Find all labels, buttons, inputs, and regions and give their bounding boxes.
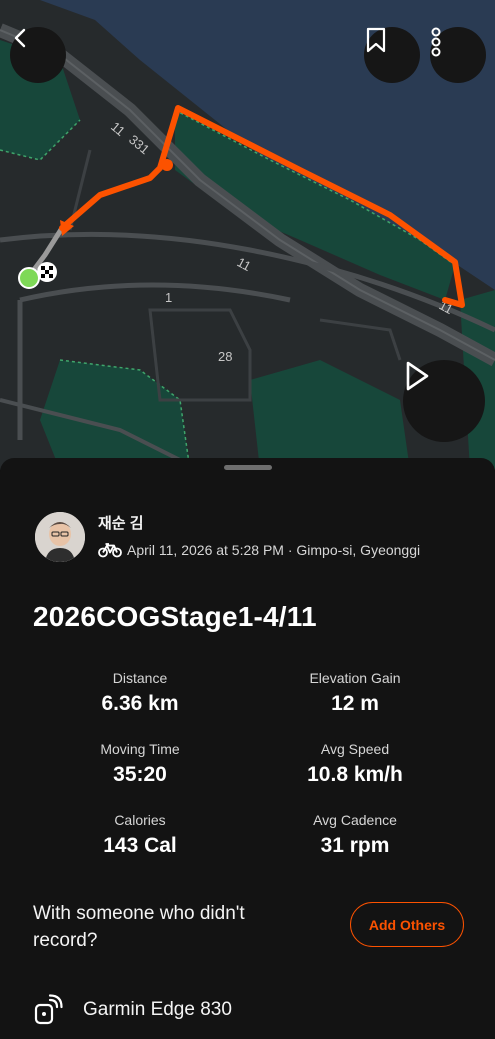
stat-distance: Distance 6.36 km — [30, 670, 250, 716]
activity-title: 2026COGStage1-4/11 — [33, 601, 317, 632]
athlete-name[interactable]: 재순 김 — [98, 512, 144, 533]
bike-icon — [98, 543, 122, 558]
more-vertical-icon — [431, 27, 441, 57]
stat-avg-speed: Avg Speed 10.8 km/h — [245, 741, 465, 787]
park-area — [250, 360, 410, 470]
stat-label: Elevation Gain — [309, 670, 401, 686]
road-label: 28 — [218, 349, 232, 364]
stat-value: 35:20 — [113, 763, 167, 786]
stat-label: Avg Speed — [320, 741, 390, 757]
device-icon — [34, 994, 63, 1025]
stat-label: Moving Time — [100, 741, 180, 757]
add-others-button[interactable]: Add Others — [350, 902, 464, 947]
road-label: 1 — [165, 290, 172, 305]
stat-calories: Calories 143 Cal — [30, 812, 250, 858]
start-marker — [18, 267, 40, 289]
road-label: 11 — [108, 119, 128, 139]
activity-datetime-location: April 11, 2026 at 5:28 PM · Gimpo-si, Gy… — [127, 542, 421, 558]
activity-meta: April 11, 2026 at 5:28 PM · Gimpo-si, Gy… — [98, 542, 420, 558]
stat-moving-time: Moving Time 35:20 — [30, 741, 250, 787]
finish-flag-icon — [37, 262, 57, 282]
route-map[interactable]: 11 331 11 11 1 28 — [0, 0, 495, 470]
stat-value: 10.8 km/h — [307, 763, 403, 786]
route-waypoint — [161, 159, 173, 171]
bookmark-button[interactable] — [364, 27, 420, 83]
device-name: Garmin Edge 830 — [83, 999, 232, 1020]
stat-value: 143 Cal — [103, 834, 177, 857]
avatar[interactable] — [35, 512, 85, 562]
stat-label: Avg Cadence — [313, 812, 397, 828]
group-activity-prompt: With someone who didn't record? — [33, 903, 245, 951]
stat-elevation-gain: Elevation Gain 12 m — [245, 670, 465, 716]
more-options-button[interactable] — [430, 27, 486, 83]
stat-value: 6.36 km — [101, 692, 179, 715]
stat-label: Distance — [112, 670, 168, 686]
stat-label: Calories — [114, 812, 166, 828]
stat-value: 12 m — [331, 692, 379, 715]
stat-value: 31 rpm — [320, 834, 390, 857]
back-button[interactable] — [10, 27, 66, 83]
bookmark-icon — [366, 27, 386, 53]
drag-handle[interactable] — [224, 465, 272, 470]
road — [319, 318, 402, 361]
block-outline — [148, 308, 252, 402]
avatar-image — [35, 512, 85, 562]
recording-device: Garmin Edge 830 — [33, 994, 232, 1026]
road-label: 11 — [235, 254, 254, 274]
play-flyover-button[interactable] — [403, 360, 485, 442]
activity-details-sheet: 재순 김 April 11, 2026 at 5:28 PM · Gimpo-s… — [0, 458, 495, 1039]
stat-avg-cadence: Avg Cadence 31 rpm — [245, 812, 465, 858]
road — [19, 282, 291, 303]
play-icon — [406, 361, 429, 391]
chevron-left-icon — [14, 28, 26, 48]
